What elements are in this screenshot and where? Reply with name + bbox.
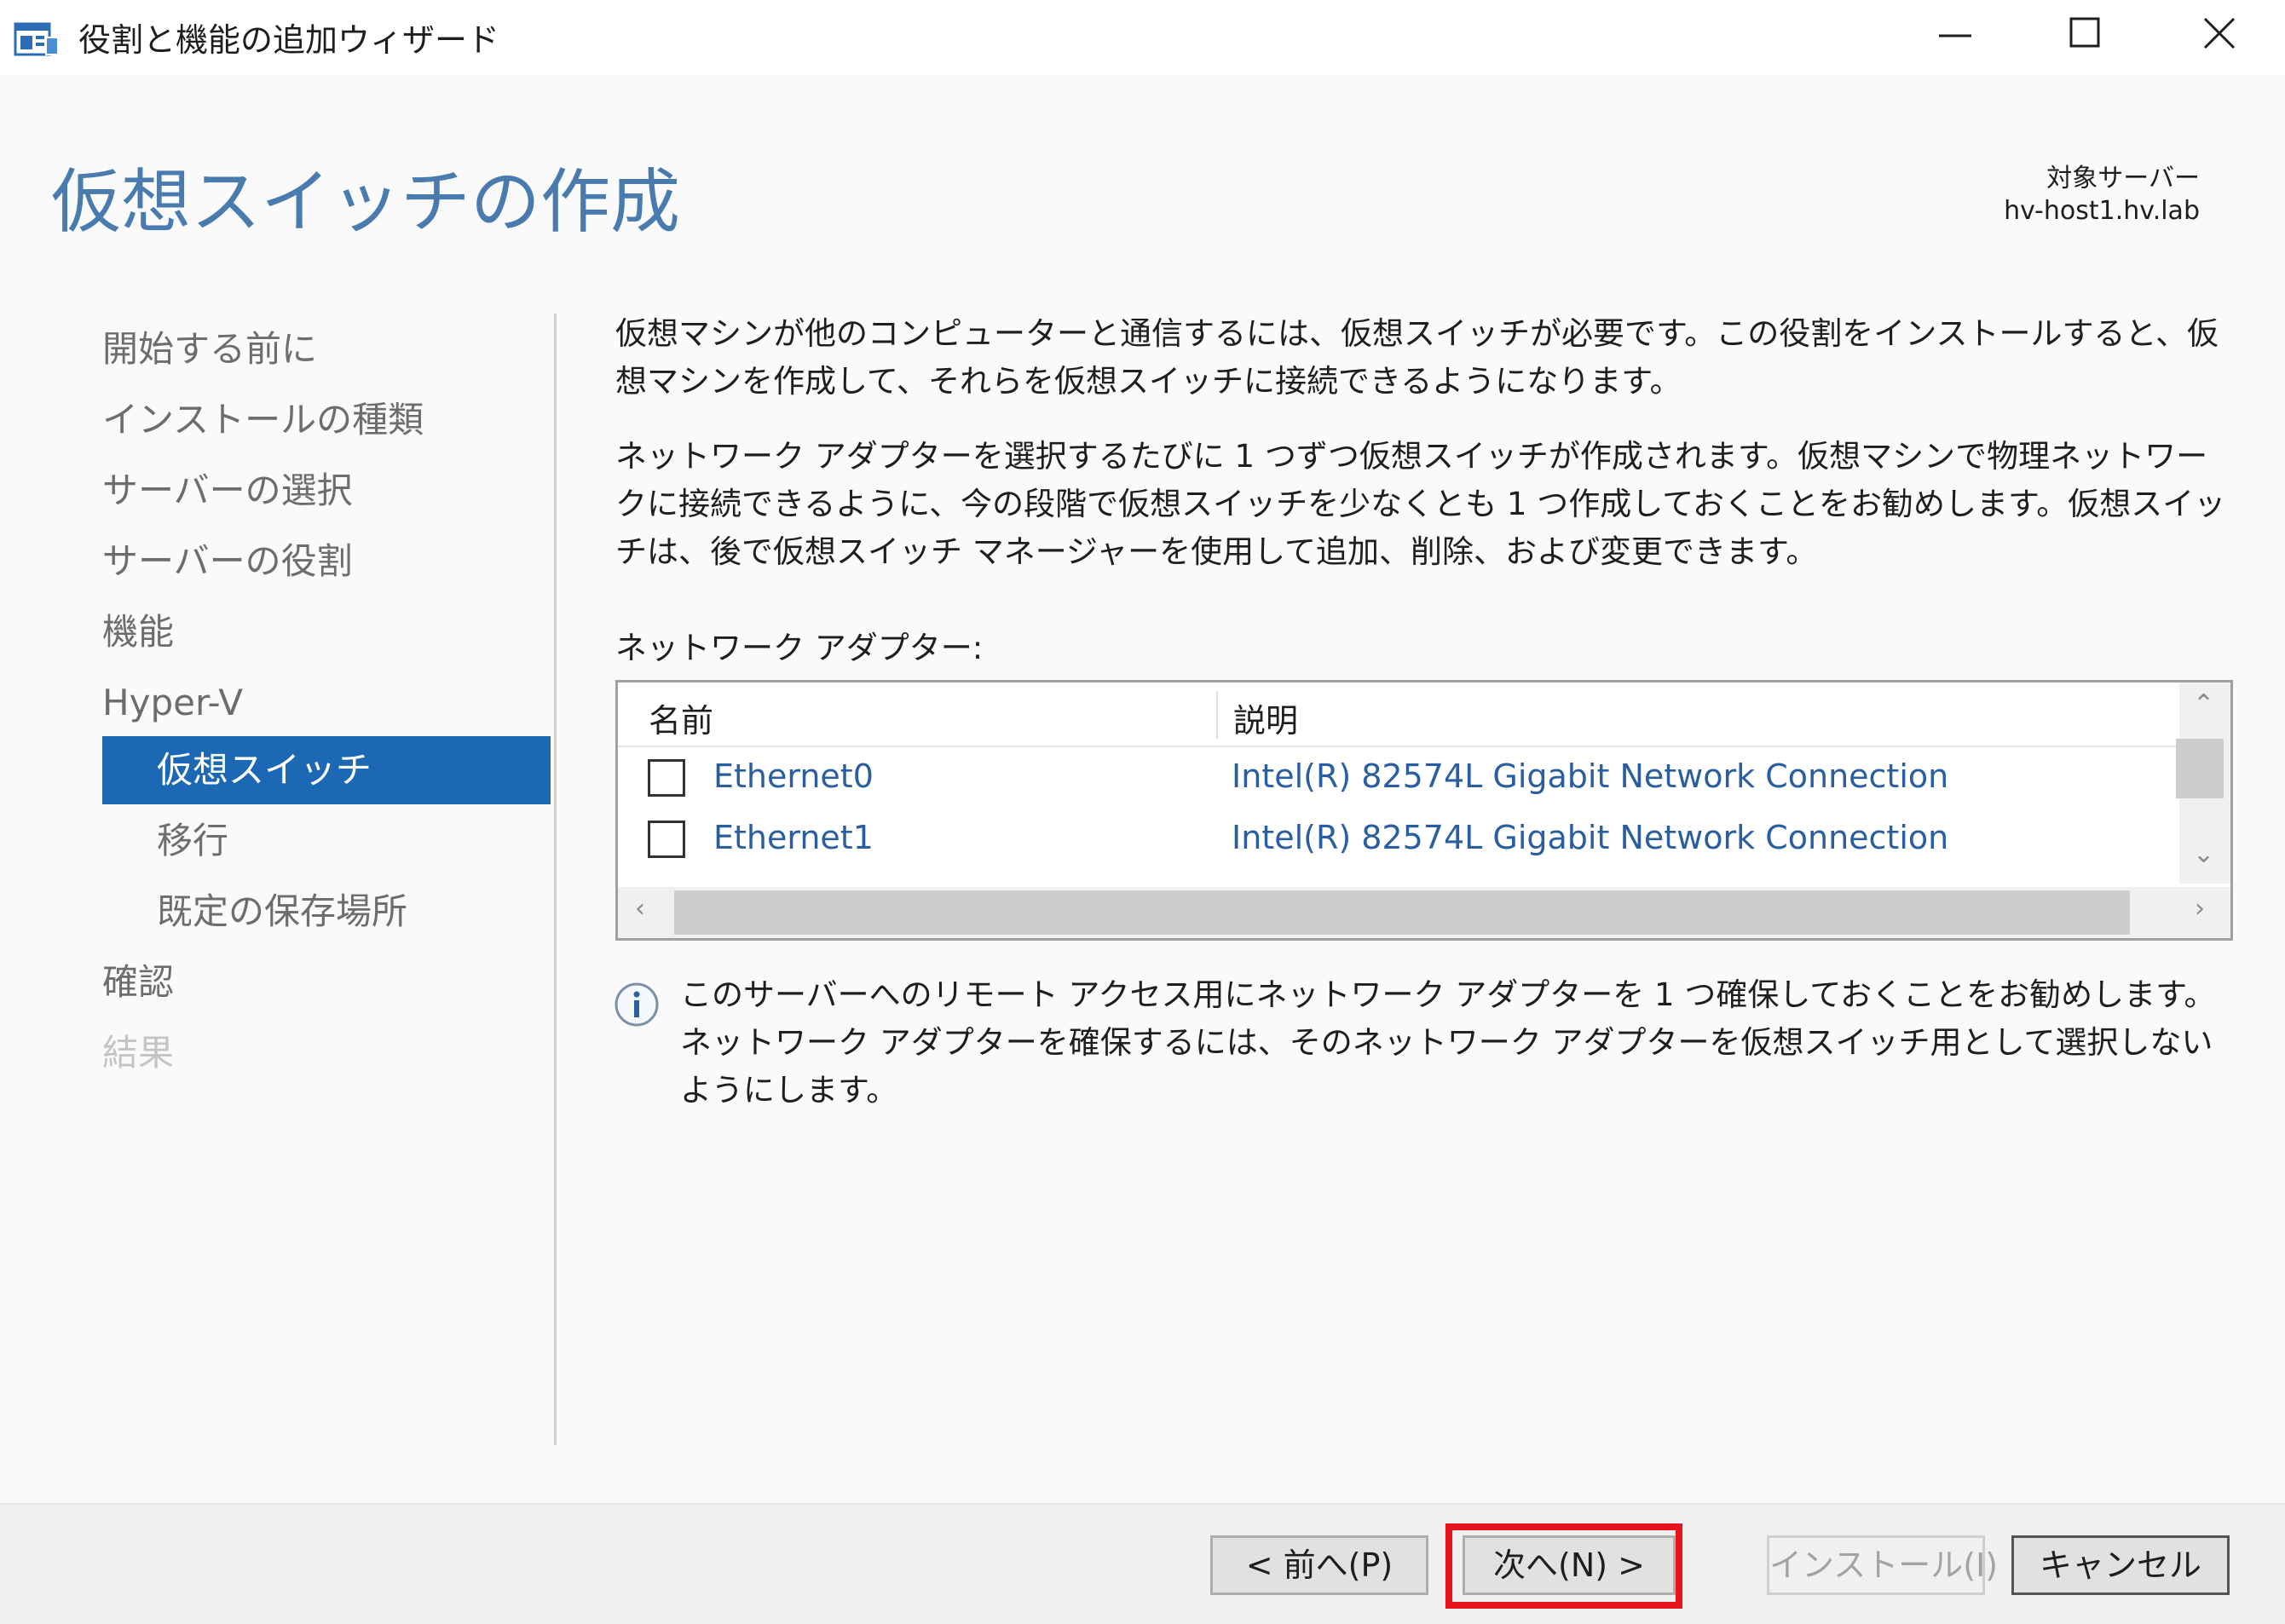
description-paragraph-1: 仮想マシンが他のコンピューターと通信するには、仮想スイッチが必要です。この役割を…: [615, 315, 2219, 400]
adapter-description: Intel(R) 82574L Gigabit Network Connecti…: [1232, 819, 1949, 856]
nav-divider: [554, 314, 557, 1445]
column-header-name[interactable]: 名前: [649, 694, 713, 741]
adapter-checkbox-ethernet1[interactable]: [648, 821, 685, 858]
back-button[interactable]: < 前へ(P): [1210, 1535, 1428, 1595]
nav-item-migration[interactable]: 移行: [157, 807, 228, 875]
nav-item-features[interactable]: 機能: [102, 598, 174, 666]
target-server-label: 対象サーバー: [2046, 164, 2200, 193]
adapter-name: Ethernet1: [713, 819, 874, 856]
nav-item-default-stores[interactable]: 既定の保存場所: [157, 878, 407, 946]
scroll-down-icon[interactable]: ⌄: [2193, 839, 2214, 869]
nav-item-server-roles[interactable]: サーバーの役割: [102, 527, 353, 596]
maximize-button[interactable]: [2027, 0, 2146, 68]
column-separator[interactable]: [1216, 691, 1218, 739]
next-button-highlight: [1445, 1523, 1682, 1609]
vertical-scrollbar[interactable]: ⌃ ⌄: [2176, 682, 2230, 884]
network-adapters-label: ネットワーク アダプター:: [615, 630, 984, 666]
nav-item-installation-type[interactable]: インストールの種類: [102, 386, 424, 454]
maximize-icon: [2069, 17, 2100, 48]
list-item[interactable]: Ethernet1 Intel(R) 82574L Gigabit Networ…: [618, 809, 2178, 870]
scroll-left-icon[interactable]: ‹: [635, 894, 645, 924]
close-button[interactable]: [2161, 0, 2280, 68]
vertical-scroll-thumb[interactable]: [2176, 739, 2224, 798]
server-manager-icon: [14, 22, 59, 56]
info-message: このサーバーへのリモート アクセス用にネットワーク アダプターを 1 つ確保して…: [680, 976, 2216, 1109]
nav-item-results: 結果: [102, 1032, 175, 1074]
nav-item-server-selection[interactable]: サーバーの選択: [102, 457, 353, 525]
close-icon: [2203, 17, 2236, 49]
horizontal-scrollbar[interactable]: ‹ ›: [618, 887, 2230, 938]
minimize-icon: [1939, 34, 1971, 37]
cancel-button[interactable]: キャンセル: [2011, 1535, 2230, 1595]
nav-item-hyper-v[interactable]: Hyper-V: [102, 669, 243, 737]
adapter-checkbox-ethernet0[interactable]: [648, 759, 685, 797]
nav-item-before-you-begin[interactable]: 開始する前に: [102, 315, 317, 383]
network-adapters-list[interactable]: 名前 説明 Ethernet0 Intel(R) 82574L Gigabit …: [615, 680, 2233, 941]
target-server-value: hv-host1.hv.lab: [2004, 196, 2200, 226]
adapter-description: Intel(R) 82574L Gigabit Network Connecti…: [1232, 757, 1949, 795]
horizontal-scroll-thumb[interactable]: [674, 890, 2130, 935]
column-header-description[interactable]: 説明: [1233, 694, 1298, 741]
scroll-up-icon[interactable]: ⌃: [2193, 689, 2214, 719]
window-title: 役割と機能の追加ウィザード: [78, 21, 500, 59]
description-paragraph-2: ネットワーク アダプターを選択するたびに 1 つずつ仮想スイッチが作成されます。…: [615, 438, 2226, 570]
list-item[interactable]: Ethernet0 Intel(R) 82574L Gigabit Networ…: [618, 747, 2178, 809]
page-title: 仮想スイッチの作成: [51, 162, 681, 243]
list-header: 名前 説明: [618, 682, 2178, 747]
adapter-name: Ethernet0: [713, 757, 874, 795]
title-bar: 役割と機能の追加ウィザード: [0, 0, 2285, 75]
nav-item-confirmation[interactable]: 確認: [102, 948, 174, 1016]
minimize-button[interactable]: [1896, 0, 2016, 68]
scroll-right-icon[interactable]: ›: [2195, 894, 2205, 924]
install-button: インストール(I): [1767, 1535, 1998, 1595]
nav-item-virtual-switches[interactable]: 仮想スイッチ: [102, 736, 551, 804]
info-icon: [615, 982, 659, 1027]
